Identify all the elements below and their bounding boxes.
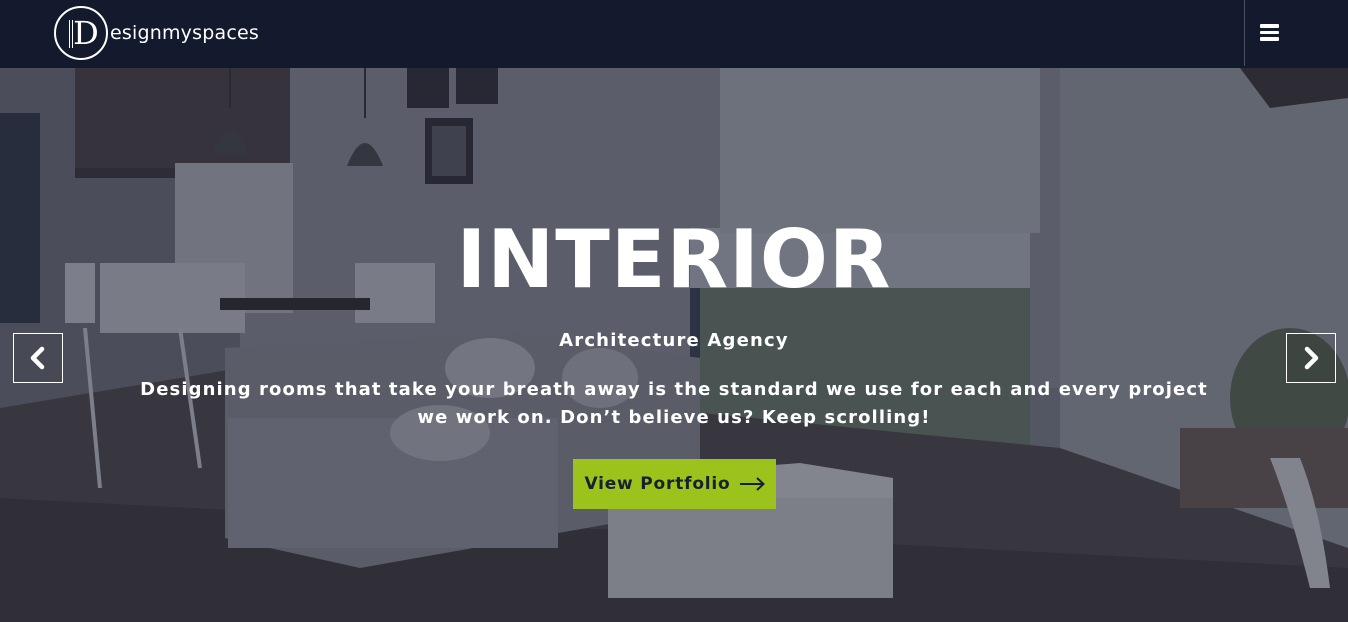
- hero-subtitle: Architecture Agency: [559, 330, 789, 351]
- long-arrow-right-icon: [739, 477, 765, 491]
- hero-description: Designing rooms that take your breath aw…: [140, 379, 1208, 428]
- view-portfolio-button[interactable]: View Portfolio: [573, 459, 776, 509]
- slider-prev-button[interactable]: [13, 333, 63, 383]
- slider-next-button[interactable]: [1286, 333, 1336, 383]
- logo[interactable]: D esignmyspaces: [54, 5, 259, 61]
- hamburger-menu-icon[interactable]: [1259, 22, 1281, 42]
- hero-title: INTERIOR: [456, 213, 892, 306]
- view-portfolio-label: View Portfolio: [584, 474, 731, 494]
- hero-slider: INTERIOR Architecture Agency Designing r…: [0, 68, 1348, 622]
- logo-mark-icon: D: [54, 6, 108, 60]
- chevron-left-icon: [30, 346, 45, 370]
- header-divider: [1244, 0, 1245, 66]
- chevron-right-icon: [1304, 346, 1319, 370]
- logo-text: esignmyspaces: [110, 22, 259, 44]
- site-header: D esignmyspaces: [0, 0, 1348, 68]
